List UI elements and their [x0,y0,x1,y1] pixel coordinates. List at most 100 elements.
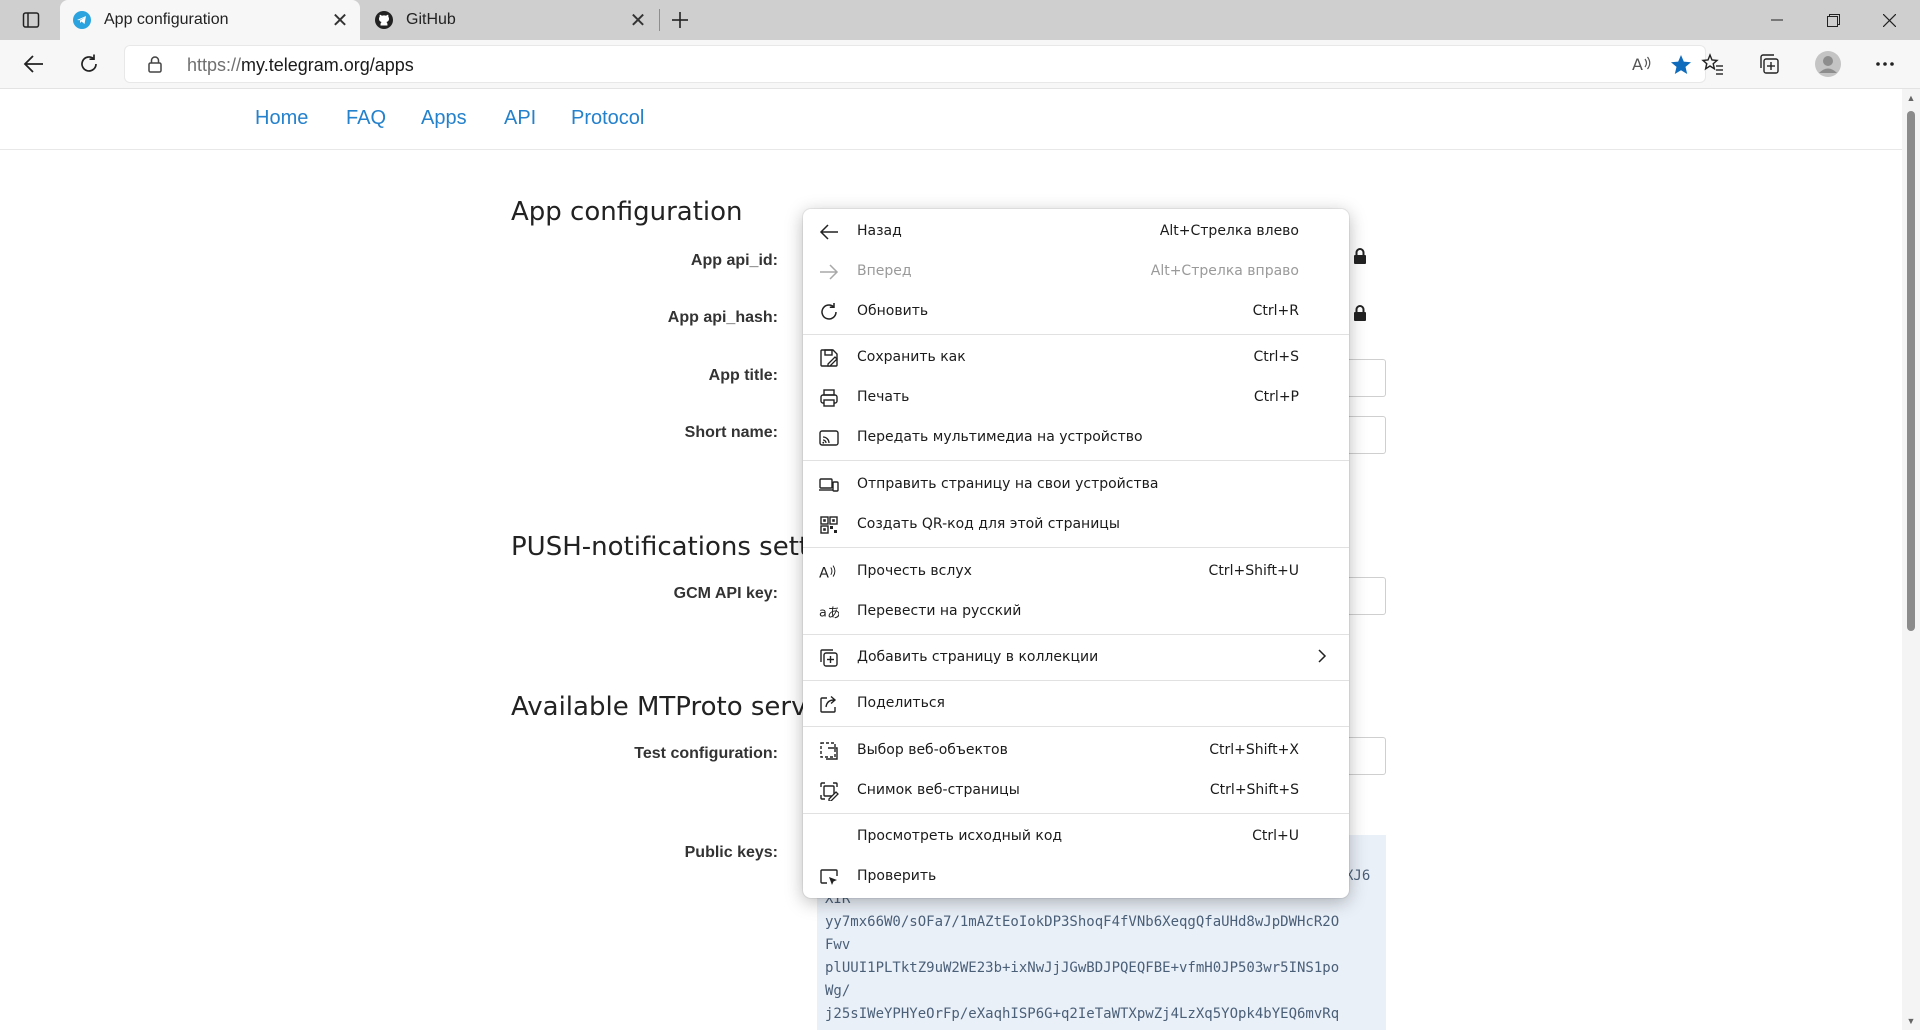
menu-item-label: Поделиться [857,695,945,711]
menu-item-label: Снимок веб-страницы [857,782,1020,798]
scroll-up-arrow-icon[interactable]: ▲ [1906,93,1916,103]
close-tab-icon[interactable]: ✕ [326,6,354,34]
menu-item-save-as[interactable]: Сохранить как Ctrl+S [803,338,1349,378]
new-tab-button[interactable] [663,4,697,36]
menu-item-shortcut: Ctrl+P [1253,389,1299,405]
public-key-line: yy7mx66W0/sOFa7/1mAZtEoIokDP3ShoqF4fVNb6… [825,914,1340,930]
public-key-line: j25sIWeYPHYeOrFp/eXaqhISP6G+q2IeTaWTXpwZ… [825,1006,1340,1022]
settings-more-button[interactable] [1866,46,1904,82]
page-scrollbar[interactable]: ▲ ▼ [1902,89,1920,1030]
tab-github[interactable]: GitHub ✕ [362,0,658,40]
read-aloud-icon: A [819,562,839,582]
menu-separator [803,634,1349,635]
scroll-thumb[interactable] [1907,111,1915,631]
github-icon [374,10,394,30]
menu-item-qr-code[interactable]: Создать QR-код для этой страницы [803,505,1349,545]
context-menu: Назад Alt+Стрелка влево Вперед Alt+Стрел… [803,209,1349,898]
test-config-label: Test configuration: [634,745,778,762]
back-button[interactable] [15,46,53,82]
read-aloud-icon[interactable]: A [1631,53,1653,80]
mtproto-servers-title: Available MTProto serve [511,692,823,722]
send-to-devices-icon [819,475,839,495]
scroll-down-arrow-icon[interactable]: ▼ [1906,1016,1916,1026]
svg-text:A: A [819,565,829,581]
collections-icon [819,648,839,668]
profile-button[interactable] [1809,46,1847,82]
svg-text:a: a [819,605,827,620]
push-notifications-title: PUSH-notifications setti [511,532,817,562]
favorite-star-icon[interactable] [1669,53,1693,82]
menu-item-label: Вперед [857,263,912,279]
inspect-icon [819,867,839,887]
forward-arrow-icon [819,262,839,282]
cast-icon [819,428,839,448]
menu-item-print[interactable]: Печать Ctrl+P [803,378,1349,418]
favorites-button[interactable] [1694,46,1732,82]
menu-item-label: Передать мультимедиа на устройство [857,429,1143,445]
qr-code-icon [819,515,839,535]
short-name-label: Short name: [684,424,778,441]
restore-button[interactable] [1805,0,1861,40]
minimize-button[interactable] [1749,0,1805,40]
menu-separator [803,726,1349,727]
tab-actions-button[interactable] [14,8,48,32]
menu-item-share[interactable]: Поделиться [803,684,1349,724]
menu-item-shortcut: Alt+Стрелка вправо [1150,263,1299,279]
tab-actions-icon [22,12,40,28]
menu-item-refresh[interactable]: Обновить Ctrl+R [803,292,1349,332]
menu-item-send-to-devices[interactable]: Отправить страницу на свои устройства [803,465,1349,505]
collections-button[interactable] [1750,46,1788,82]
app-title-label: App title: [708,367,778,384]
menu-item-label: Назад [857,223,902,239]
menu-item-web-select[interactable]: Выбор веб-объектов Ctrl+Shift+X [803,731,1349,771]
refresh-icon [81,54,97,72]
refresh-button[interactable] [70,46,108,82]
share-icon [819,694,839,714]
nav-protocol-link[interactable]: Protocol [571,107,644,130]
tab-title: GitHub [406,11,456,28]
restore-icon [1826,13,1840,27]
menu-item-web-capture[interactable]: Снимок веб-страницы Ctrl+Shift+S [803,771,1349,811]
menu-item-inspect[interactable]: Проверить [803,857,1349,897]
nav-faq-link[interactable]: FAQ [346,107,386,130]
menu-item-cast[interactable]: Передать мультимедиа на устройство [803,418,1349,458]
menu-item-label: Создать QR-код для этой страницы [857,516,1120,532]
menu-item-back[interactable]: Назад Alt+Стрелка влево [803,212,1349,252]
menu-item-label: Обновить [857,303,929,319]
menu-separator [803,680,1349,681]
menu-separator [803,334,1349,335]
browser-toolbar: https://my.telegram.org/apps A [0,40,1920,89]
tab-app-configuration[interactable]: App configuration ✕ [60,0,360,40]
lock-icon[interactable] [147,55,163,78]
svg-text:A: A [1632,55,1643,74]
nav-apps-link[interactable]: Apps [421,107,467,130]
url-protocol: https:// [187,55,242,75]
url-host-path: my.telegram.org/apps [241,55,414,75]
menu-item-forward: Вперед Alt+Стрелка вправо [803,252,1349,292]
close-icon [1882,13,1896,27]
web-select-icon [819,741,839,761]
nav-home-link[interactable]: Home [255,107,308,130]
menu-item-read-aloud[interactable]: A Прочесть вслух Ctrl+Shift+U [803,552,1349,592]
public-key-line: Fwv [825,937,851,953]
menu-item-label: Прочесть вслух [857,563,972,579]
more-dots-icon [1876,62,1894,66]
close-tab-icon[interactable]: ✕ [624,6,652,34]
tab-separator [659,9,660,31]
translate-icon: aあ [819,602,839,622]
chevron-right-icon [1317,648,1327,668]
menu-item-shortcut: Ctrl+Shift+U [1208,563,1299,579]
close-window-button[interactable] [1861,0,1917,40]
menu-item-view-source[interactable]: Просмотреть исходный код Ctrl+U [803,817,1349,857]
menu-item-translate[interactable]: aあ Перевести на русский [803,592,1349,632]
menu-item-add-to-collections[interactable]: Добавить страницу в коллекции [803,638,1349,678]
back-arrow-icon [23,55,43,73]
tab-title: App configuration [104,11,229,28]
menu-separator [803,460,1349,461]
nav-api-link[interactable]: API [504,107,536,130]
url-text[interactable]: https://my.telegram.org/apps [187,55,414,76]
web-capture-icon [819,781,839,801]
address-bar[interactable]: https://my.telegram.org/apps A [124,45,1706,83]
public-keys-label: Public keys: [684,844,778,861]
menu-item-label: Выбор веб-объектов [857,742,1008,758]
